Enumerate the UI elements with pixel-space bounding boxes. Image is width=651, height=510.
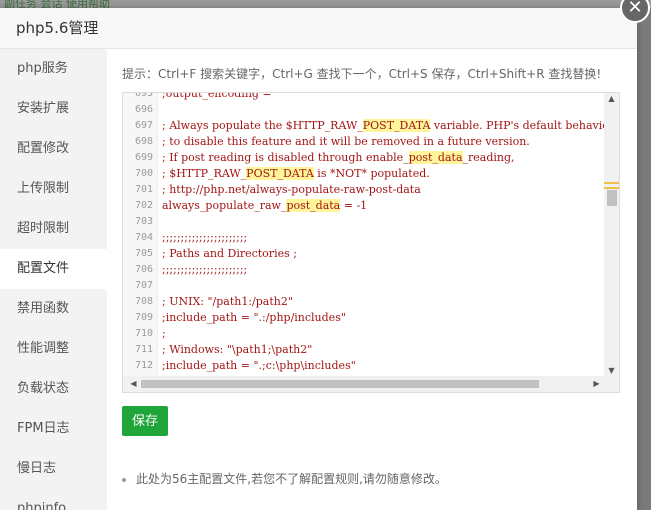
config-file-panel: 提示：Ctrl+F 搜索关键字，Ctrl+G 查找下一个，Ctrl+S 保存，C… xyxy=(122,49,622,510)
code-line[interactable]: 696 xyxy=(123,102,619,118)
code-editor[interactable]: 695 ;output_encoding = 696 697 ; Always popu… xyxy=(122,92,620,393)
sidebar: php服务 安装扩展 配置修改 上传限制 超时限制 配置文件 禁用函数 性能调整 负载状态 FPM… xyxy=(0,49,107,510)
code-line[interactable]: 703 xyxy=(123,214,619,230)
sidebar-item[interactable]: 负载状态 xyxy=(0,369,107,409)
line-number: 703 xyxy=(134,216,153,227)
code-line[interactable]: 695 ;output_encoding = xyxy=(123,92,619,102)
sidebar-item[interactable]: 配置修改 xyxy=(0,129,107,169)
line-number: 704 xyxy=(134,232,153,243)
line-number: 699 xyxy=(134,152,153,163)
code-text: always_populate_raw_post_data = -1 xyxy=(162,199,368,212)
config-note-text: 此处为56主配置文件,若您不了解配置规则,请勿随意修改。 xyxy=(136,472,447,486)
sidebar-item[interactable]: FPM日志 xyxy=(0,409,107,449)
code-line[interactable]: 707 xyxy=(123,278,619,294)
code-line[interactable]: 708 ; UNIX: "/path1:/path2" xyxy=(123,294,619,310)
line-number: 711 xyxy=(134,344,153,355)
line-number: 708 xyxy=(134,296,153,307)
line-number: 696 xyxy=(134,104,153,115)
save-button[interactable]: 保存 xyxy=(122,406,168,436)
line-number: 701 xyxy=(134,184,153,195)
code-lines[interactable]: 695 ;output_encoding = 696 697 ; Always popu… xyxy=(123,92,619,374)
line-number: 707 xyxy=(134,280,153,291)
close-icon[interactable]: ✕ xyxy=(620,0,650,23)
sidebar-item[interactable]: 配置文件 xyxy=(0,249,107,289)
horizontal-scroll-thumb[interactable] xyxy=(141,380,539,388)
code-line[interactable]: 698 ; to disable this feature and it will… xyxy=(123,134,619,150)
scroll-up-icon[interactable]: ▲ xyxy=(604,93,619,105)
code-text: ;output_encoding = xyxy=(162,92,272,100)
sidebar-item[interactable]: php服务 xyxy=(0,49,107,89)
code-text: ; http://php.net/always-populate-raw-pos… xyxy=(162,183,421,196)
php-manager-dialog: php5.6管理 php服务 安装扩展 配置修改 上传限制 超时限制 配置文件 禁用函数 性能… xyxy=(0,8,637,510)
code-line[interactable]: 705 ; Paths and Directories ; xyxy=(123,246,619,262)
code-text: ; $HTTP_RAW_POST_DATA is *NOT* populated… xyxy=(162,167,430,180)
line-number: 702 xyxy=(134,200,153,211)
sidebar-item[interactable]: 超时限制 xyxy=(0,209,107,249)
scroll-right-icon[interactable]: ▶ xyxy=(589,378,604,390)
line-number: 712 xyxy=(134,360,153,371)
line-number: 710 xyxy=(134,328,153,339)
code-text: ;include_path = ".:/php/includes" xyxy=(162,311,346,324)
code-text: ; UNIX: "/path1:/path2" xyxy=(162,295,293,308)
code-text: ; xyxy=(162,327,166,340)
code-text: ;include_path = ".;c:\php\includes" xyxy=(162,359,356,372)
search-highlight: POST_DATA xyxy=(362,119,431,132)
code-line[interactable]: 697 ; Always populate the $HTTP_RAW_POST_… xyxy=(123,118,619,134)
config-note: 此处为56主配置文件,若您不了解配置规则,请勿随意修改。 xyxy=(122,470,447,487)
code-line[interactable]: 712 ;include_path = ".;c:\php\includes" xyxy=(123,358,619,374)
vertical-scrollbar[interactable]: ▲ ▼ xyxy=(604,93,619,377)
line-number: 709 xyxy=(134,312,153,323)
shortcut-hint: 提示：Ctrl+F 搜索关键字，Ctrl+G 查找下一个，Ctrl+S 保存，C… xyxy=(122,67,602,81)
line-number: 697 xyxy=(134,120,153,131)
code-text: ; Always populate the $HTTP_RAW_POST_DAT… xyxy=(162,119,615,132)
line-number: 706 xyxy=(134,264,153,275)
sidebar-item[interactable]: 禁用函数 xyxy=(0,289,107,329)
sidebar-item[interactable]: 上传限制 xyxy=(0,169,107,209)
background-menu-strip: 副任务 会话 使用帮助 xyxy=(0,0,651,8)
line-number: 698 xyxy=(134,136,153,147)
code-line[interactable]: 699 ; If post reading is disabled through… xyxy=(123,150,619,166)
sidebar-item[interactable]: 安装扩展 xyxy=(0,89,107,129)
code-text: ; Windows: "\path1;\path2" xyxy=(162,343,313,356)
sidebar-item[interactable]: 性能调整 xyxy=(0,329,107,369)
search-match-marker xyxy=(604,187,619,189)
code-text: ; Paths and Directories ; xyxy=(162,247,297,260)
dialog-title: php5.6管理 xyxy=(0,8,637,49)
code-line[interactable]: 702 always_populate_raw_post_data = -1 xyxy=(123,198,619,214)
vertical-scroll-thumb[interactable] xyxy=(607,190,617,206)
code-line[interactable]: 710; xyxy=(123,326,619,342)
code-line[interactable]: 706;;;;;;;;;;;;;;;;;;;;;;; xyxy=(123,262,619,278)
code-text: ;;;;;;;;;;;;;;;;;;;;;;; xyxy=(162,231,248,244)
horizontal-scrollbar[interactable]: ◀ ▶ xyxy=(123,376,619,392)
sidebar-item[interactable]: 慢日志 xyxy=(0,449,107,489)
code-text: ; to disable this feature and it will be… xyxy=(162,135,530,148)
search-match-marker xyxy=(604,182,619,184)
code-line[interactable]: 704;;;;;;;;;;;;;;;;;;;;;;; xyxy=(123,230,619,246)
code-line[interactable]: 711 ; Windows: "\path1;\path2" xyxy=(123,342,619,358)
search-highlight: post_data xyxy=(408,151,463,164)
line-number: 700 xyxy=(134,168,153,179)
sidebar-item[interactable]: phpinfo xyxy=(0,489,107,510)
bullet-icon xyxy=(122,477,126,482)
code-line[interactable]: 709 ;include_path = ".:/php/includes" xyxy=(123,310,619,326)
code-text: ; If post reading is disabled through en… xyxy=(162,151,515,164)
line-number: 695 xyxy=(134,92,153,99)
code-text: ;;;;;;;;;;;;;;;;;;;;;;; xyxy=(162,263,248,276)
code-line[interactable]: 701 ; http://php.net/always-populate-raw-… xyxy=(123,182,619,198)
scroll-left-icon[interactable]: ◀ xyxy=(126,378,141,390)
search-highlight: POST_DATA xyxy=(246,167,314,180)
code-line[interactable]: 700 ; $HTTP_RAW_POST_DATA is *NOT* popula… xyxy=(123,166,619,182)
line-number: 705 xyxy=(134,248,153,259)
search-highlight: post_data xyxy=(286,199,341,212)
